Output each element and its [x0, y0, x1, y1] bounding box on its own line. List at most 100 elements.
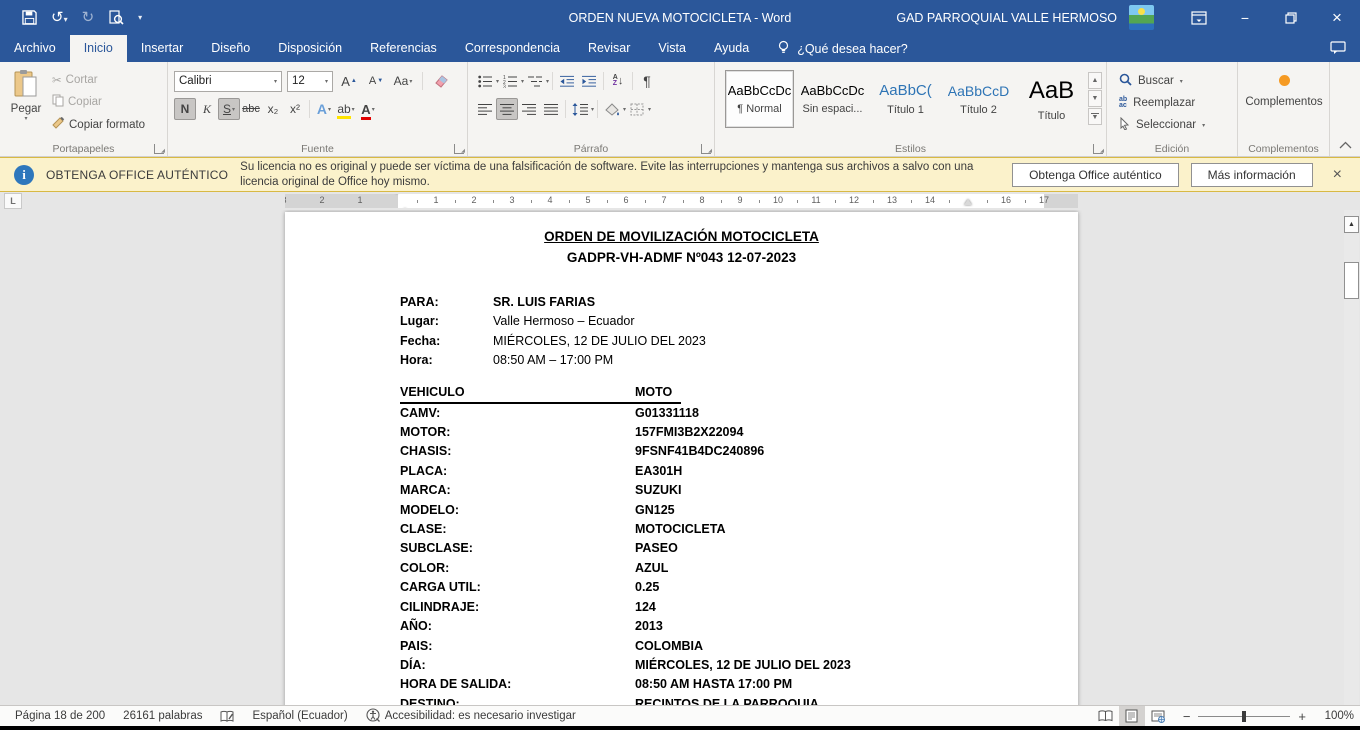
customize-qat-icon[interactable]: ▾ — [138, 14, 142, 22]
font-dialog-launcher-icon[interactable] — [454, 144, 464, 154]
more-info-button[interactable]: Más información — [1191, 163, 1313, 187]
font-name-combobox[interactable]: Calibri▾ — [174, 71, 282, 92]
redo-icon[interactable]: ↻ — [82, 10, 95, 25]
horizontal-ruler[interactable]: 12312345678910111213141617 — [285, 194, 1078, 208]
page-indicator[interactable]: Página 18 de 200 — [6, 710, 114, 722]
tab-correspondencia[interactable]: Correspondencia — [451, 35, 574, 62]
proofing-icon[interactable] — [211, 710, 243, 723]
print-layout-icon[interactable] — [1119, 706, 1145, 726]
tab-ayuda[interactable]: Ayuda — [700, 35, 763, 62]
show-marks-button[interactable]: ¶ — [636, 70, 658, 92]
tab-revisar[interactable]: Revisar — [574, 35, 644, 62]
collapse-ribbon-icon[interactable] — [1339, 138, 1352, 152]
tab-disposicion[interactable]: Disposición — [264, 35, 356, 62]
style--normal[interactable]: AaBbCcDc¶ Normal — [725, 70, 794, 128]
scroll-up-icon[interactable]: ▲ — [1344, 216, 1359, 233]
tab-insertar[interactable]: Insertar — [127, 35, 197, 62]
styles-dialog-launcher-icon[interactable] — [1093, 144, 1103, 154]
word-count[interactable]: 26161 palabras — [114, 710, 211, 722]
paragraph-dialog-launcher-icon[interactable] — [701, 144, 711, 154]
borders-button[interactable] — [626, 98, 648, 120]
change-case-button[interactable]: Aa▾ — [392, 70, 414, 92]
close-button[interactable]: × — [1314, 0, 1360, 35]
minimize-button[interactable]: − — [1222, 0, 1268, 35]
read-mode-icon[interactable] — [1093, 706, 1119, 726]
find-button[interactable]: Buscar▾ — [1115, 71, 1229, 91]
sort-button[interactable]: AZ ↓ — [607, 70, 629, 92]
restore-button[interactable] — [1268, 0, 1314, 35]
decrease-indent-button[interactable] — [556, 70, 578, 92]
superscript-button[interactable]: x² — [284, 98, 306, 120]
account-avatar[interactable] — [1129, 5, 1154, 30]
tab-vista[interactable]: Vista — [644, 35, 700, 62]
account-name[interactable]: GAD PARROQUIAL VALLE HERMOSO — [896, 11, 1117, 25]
style-t-tulo-1[interactable]: AaBbC(Título 1 — [871, 70, 940, 128]
align-left-button[interactable] — [474, 98, 496, 120]
align-right-button[interactable] — [518, 98, 540, 120]
cut-button[interactable]: ✂ Cortar — [48, 71, 149, 89]
select-button[interactable]: Seleccionar▾ — [1115, 115, 1229, 135]
tell-me-box[interactable]: ¿Qué desea hacer? — [777, 35, 908, 62]
scrollbar-thumb[interactable] — [1344, 262, 1359, 299]
style-sin-espaci-[interactable]: AaBbCcDcSin espaci... — [798, 70, 867, 128]
undo-dropdown-icon[interactable]: ▾ — [64, 15, 68, 24]
numbering-button[interactable]: 123 — [499, 70, 521, 92]
font-size-combobox[interactable]: 12▾ — [287, 71, 333, 92]
bold-button[interactable]: N — [174, 98, 196, 120]
feedback-icon[interactable] — [1330, 41, 1346, 58]
clear-formatting-button[interactable] — [431, 70, 453, 92]
zoom-slider-thumb[interactable] — [1242, 711, 1246, 722]
paste-dropdown-icon[interactable]: ▾ — [24, 115, 27, 122]
zoom-percentage[interactable]: 100% — [1314, 710, 1354, 722]
document-page[interactable]: ORDEN DE MOVILIZACIÓN MOTOCICLETA GADPR-… — [285, 212, 1078, 705]
format-painter-button[interactable]: Copiar formato — [48, 115, 149, 135]
justify-button[interactable] — [540, 98, 562, 120]
strikethrough-button[interactable]: abc — [240, 98, 262, 120]
print-preview-icon[interactable] — [108, 10, 124, 26]
language-indicator[interactable]: Español (Ecuador) — [243, 710, 356, 722]
indent-marker[interactable] — [393, 194, 402, 208]
tab-inicio[interactable]: Inicio — [70, 35, 127, 62]
multilevel-list-button[interactable] — [524, 70, 546, 92]
grow-font-button[interactable]: A▲ — [338, 70, 360, 92]
tab-diseno[interactable]: Diseño — [197, 35, 264, 62]
tab-archivo[interactable]: Archivo — [0, 35, 70, 62]
font-color-button[interactable]: A▾ — [357, 98, 379, 120]
zoom-out-icon[interactable]: − — [1183, 709, 1191, 724]
copy-button[interactable]: Copiar — [48, 92, 149, 112]
undo-icon[interactable]: ↺▾ — [51, 10, 68, 25]
vertical-scrollbar[interactable]: ▲ — [1344, 210, 1359, 705]
styles-more-icon[interactable]: ▼ — [1088, 108, 1102, 125]
style-t-tulo[interactable]: AaBTítulo — [1017, 70, 1086, 128]
save-icon[interactable] — [22, 10, 37, 25]
subscript-button[interactable]: x₂ — [262, 98, 284, 120]
paste-button[interactable]: Pegar ▾ — [4, 66, 48, 140]
align-center-button[interactable] — [496, 98, 518, 120]
increase-indent-button[interactable] — [578, 70, 600, 92]
right-indent-marker[interactable] — [964, 199, 972, 205]
bullets-button[interactable] — [474, 70, 496, 92]
shading-button[interactable] — [601, 98, 623, 120]
clipboard-dialog-launcher-icon[interactable] — [154, 144, 164, 154]
line-spacing-button[interactable] — [569, 98, 591, 120]
accessibility-status[interactable]: Accesibilidad: es necesario investigar — [357, 708, 585, 725]
zoom-slider[interactable] — [1198, 716, 1290, 717]
text-effects-button[interactable]: A▾ — [313, 98, 335, 120]
license-close-icon[interactable]: × — [1325, 166, 1350, 184]
zoom-in-icon[interactable]: + — [1298, 709, 1306, 724]
web-layout-icon[interactable] — [1145, 706, 1171, 726]
italic-button[interactable]: K — [196, 98, 218, 120]
vehicle-label: AÑO: — [400, 617, 635, 636]
replace-button[interactable]: abac Reemplazar — [1115, 95, 1229, 111]
tab-referencias[interactable]: Referencias — [356, 35, 451, 62]
underline-button[interactable]: S▾ — [218, 98, 240, 120]
ribbon-display-options-icon[interactable] — [1176, 0, 1222, 35]
styles-scroll-up-icon[interactable]: ▲ — [1088, 72, 1102, 89]
addins-button[interactable]: Complementos — [1242, 66, 1326, 108]
tab-stop-selector[interactable]: L — [4, 193, 22, 209]
shrink-font-button[interactable]: A▼ — [365, 70, 387, 92]
styles-scroll-down-icon[interactable]: ▼ — [1088, 90, 1102, 107]
style-t-tulo-2[interactable]: AaBbCcDTítulo 2 — [944, 70, 1013, 128]
get-office-button[interactable]: Obtenga Office auténtico — [1012, 163, 1179, 187]
highlight-button[interactable]: ab▾ — [335, 98, 357, 120]
